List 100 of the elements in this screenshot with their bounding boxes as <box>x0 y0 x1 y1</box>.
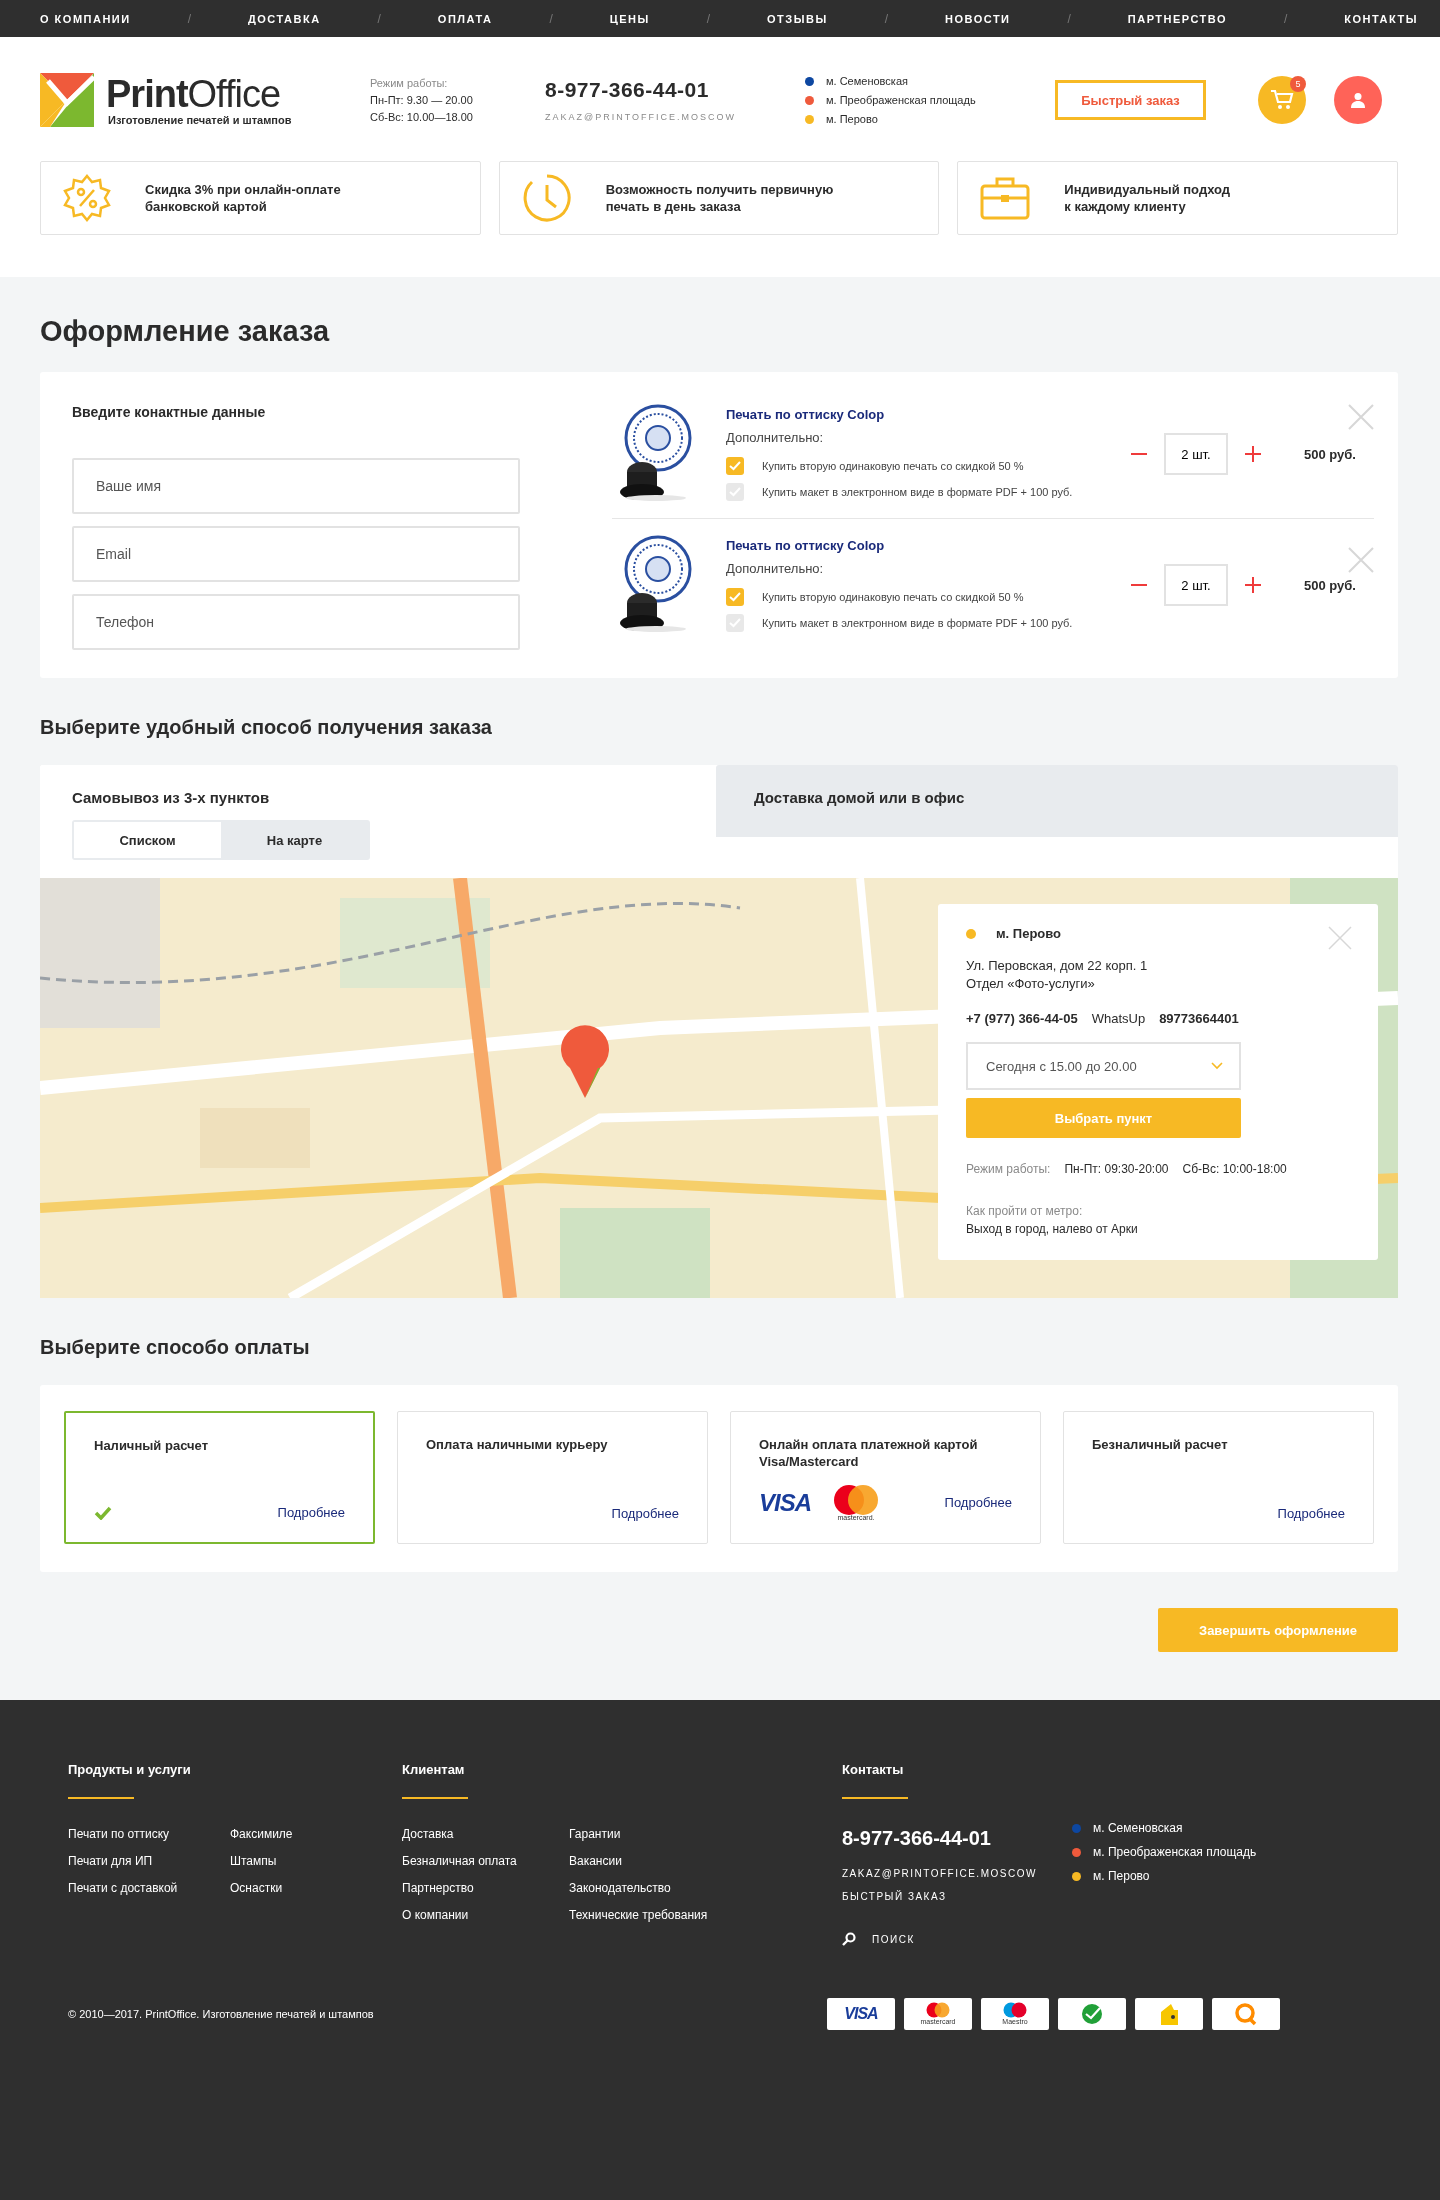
details-link[interactable]: Подробнее <box>944 1495 1012 1510</box>
footer-link[interactable]: Оснастки <box>230 1881 293 1895</box>
page-title: Оформление заказа <box>40 315 331 348</box>
station-name: м. Преображенская площадь <box>826 94 976 106</box>
footer-heading: Контакты <box>842 1762 905 1777</box>
visa-logo: VISA <box>759 1488 811 1517</box>
whatsapp-label: WhatsUp <box>1091 1011 1146 1026</box>
check-icon <box>94 1505 112 1520</box>
feature-text: Скидка 3% при онлайн-оплате банковской картой <box>145 181 341 215</box>
nav-link[interactable]: НОВОСТИ <box>945 12 1011 25</box>
station-name: м. Перово <box>1093 1869 1150 1883</box>
close-icon[interactable] <box>1328 926 1352 950</box>
whatsapp-number: 89773664401 <box>1159 1011 1239 1026</box>
cart-icon <box>1270 89 1294 111</box>
footer-link[interactable]: Законодательство <box>569 1881 708 1895</box>
quantity-field[interactable]: 2 шт. <box>1164 433 1228 475</box>
station-name: м. Преображенская площадь <box>1093 1845 1257 1859</box>
time-select[interactable]: Сегодня с 15.00 до 20.00 <box>966 1042 1241 1090</box>
plus-icon[interactable] <box>1244 445 1262 463</box>
address-text: Ул. Перовская, дом 22 корп. 1 <box>966 957 1149 975</box>
footer-heading: Клиентам <box>402 1762 466 1777</box>
nav-link[interactable]: ДОСТАВКА <box>247 12 321 25</box>
hours-label: Режим работы: <box>370 75 449 91</box>
hours-label: Режим работы: <box>966 1162 1051 1176</box>
nav-separator: / <box>706 11 711 26</box>
nav-separator: / <box>187 11 191 26</box>
close-icon[interactable] <box>1348 404 1374 430</box>
nav-link[interactable]: ОТЗЫВЫ <box>767 12 828 25</box>
footer-link[interactable]: Печати с доставкой <box>68 1881 230 1895</box>
checkbox[interactable] <box>726 588 744 606</box>
nav-separator: / <box>549 11 553 26</box>
copyright-text: © 2010—2017. PrintOffice. Изготовление печатей и штампов <box>68 2008 374 2020</box>
footer-link[interactable]: Партнерство <box>402 1881 569 1895</box>
footer-link[interactable]: Гарантии <box>569 1827 708 1841</box>
payment-option[interactable]: Оплата наличными курьеру Подробнее <box>397 1411 708 1544</box>
station-name: м. Семеновская <box>1093 1821 1183 1835</box>
payment-option[interactable]: Безналичный расчет Подробнее <box>1063 1411 1374 1544</box>
nav-link[interactable]: КОНТАКТЫ <box>1344 12 1418 25</box>
footer-link[interactable]: Вакансии <box>569 1854 708 1868</box>
station-name: м. Перово <box>996 926 1062 941</box>
quantity-field[interactable]: 2 шт. <box>1164 564 1228 606</box>
view-toggle-button[interactable]: На карте <box>221 822 368 858</box>
details-link[interactable]: Подробнее <box>1277 1506 1345 1521</box>
logo-tagline: Изготовление печатей и штампов <box>108 114 292 126</box>
footer-link[interactable]: Технические требования <box>569 1908 708 1922</box>
plus-icon[interactable] <box>1244 576 1262 594</box>
footer-link[interactable]: Факсимиле <box>230 1827 293 1841</box>
feature-text: Возможность получить первичную печать в день заказа <box>605 181 834 215</box>
nav-link[interactable]: ОПЛАТА <box>437 12 493 25</box>
phone-number: 8-977-366-44-01 <box>545 78 710 102</box>
input-field[interactable]: Ваше имя <box>72 458 520 514</box>
input-field[interactable]: Email <box>72 526 520 582</box>
briefcase-icon <box>980 176 1031 220</box>
directions-text: Выход в город, налево от Арки <box>966 1221 1139 1238</box>
view-toggle-button[interactable]: Списком <box>74 822 221 858</box>
footer-link[interactable]: Штампы <box>230 1854 293 1868</box>
option-label: Купить макет в электронном виде в формате PDF + 100 руб. <box>762 617 1073 629</box>
payment-option[interactable]: Наличный расчет Подробнее <box>64 1411 375 1544</box>
delivery-tab[interactable]: Доставка домой или в офис <box>716 765 1398 837</box>
hours-text: Пн-Пт: 09:30-20:00 <box>1064 1162 1169 1176</box>
footer-link[interactable]: О компании <box>402 1908 569 1922</box>
nav-link[interactable]: ПАРТНЕРСТВО <box>1127 12 1228 25</box>
footer-link[interactable]: Безналичная оплата <box>402 1854 569 1868</box>
quick-order-link[interactable]: БЫСТРЫЙ ЗАКАЗ <box>842 1891 1072 1902</box>
extras-label: Дополнительно: <box>726 430 825 445</box>
user-button[interactable] <box>1334 76 1382 124</box>
details-link[interactable]: Подробнее <box>611 1506 679 1521</box>
nav-separator: / <box>1067 11 1071 26</box>
contacts-heading: Введите конактные данные <box>72 404 267 420</box>
hours-text: Пн-Пт: 9.30 — 20.00 <box>370 92 474 108</box>
section-heading: Выберите способо оплаты <box>40 1336 311 1359</box>
clock-icon <box>521 173 572 223</box>
search-link[interactable]: ПОИСК <box>872 1933 915 1945</box>
station-name: м. Перово <box>826 113 878 125</box>
details-link[interactable]: Подробнее <box>277 1505 345 1520</box>
input-field[interactable]: Телефон <box>72 594 520 650</box>
email-link[interactable]: ZAKAZ@PRINTOFFICE.MOSCOW <box>545 112 805 122</box>
option-label: Купить макет в электронном виде в формате PDF + 100 руб. <box>762 486 1073 498</box>
section-heading: Выберите удобный способ получения заказа <box>40 716 493 739</box>
cart-count: 5 <box>1290 76 1306 92</box>
close-icon[interactable] <box>1348 547 1374 573</box>
product-title-link[interactable]: Печать по оттиску Colop <box>726 407 1126 422</box>
search-icon[interactable] <box>842 1932 856 1946</box>
email-link[interactable]: ZAKAZ@PRINTOFFICE.MOSCOW <box>842 1868 1072 1879</box>
nav-link[interactable]: ЦЕНЫ <box>609 12 650 25</box>
footer-link[interactable]: Печати для ИП <box>68 1854 230 1868</box>
footer-link[interactable]: Печати по оттиску <box>68 1827 230 1841</box>
option-label: Купить вторую одинаковую печать со скидкой 50 % <box>762 460 1024 472</box>
price: 500 руб. <box>1304 577 1356 593</box>
qiwi-badge <box>1212 1998 1280 2030</box>
phone-number: +7 (977) 366-44-05 <box>966 1011 1078 1026</box>
hours-text: Сб-Вс: 10.00—18.00 <box>370 109 474 125</box>
option-label: Купить вторую одинаковую печать со скидкой 50 % <box>762 591 1024 603</box>
nav-link[interactable]: О КОМПАНИИ <box>40 12 131 25</box>
product-title-link[interactable]: Печать по оттиску Colop <box>726 538 1126 553</box>
price: 500 руб. <box>1304 446 1356 462</box>
checkbox[interactable] <box>726 457 744 475</box>
feature-text: Индивидуальный подход к каждому клиенту <box>1064 181 1231 215</box>
footer-link[interactable]: Доставка <box>402 1827 569 1841</box>
visa-badge: VISA <box>827 1998 895 2030</box>
